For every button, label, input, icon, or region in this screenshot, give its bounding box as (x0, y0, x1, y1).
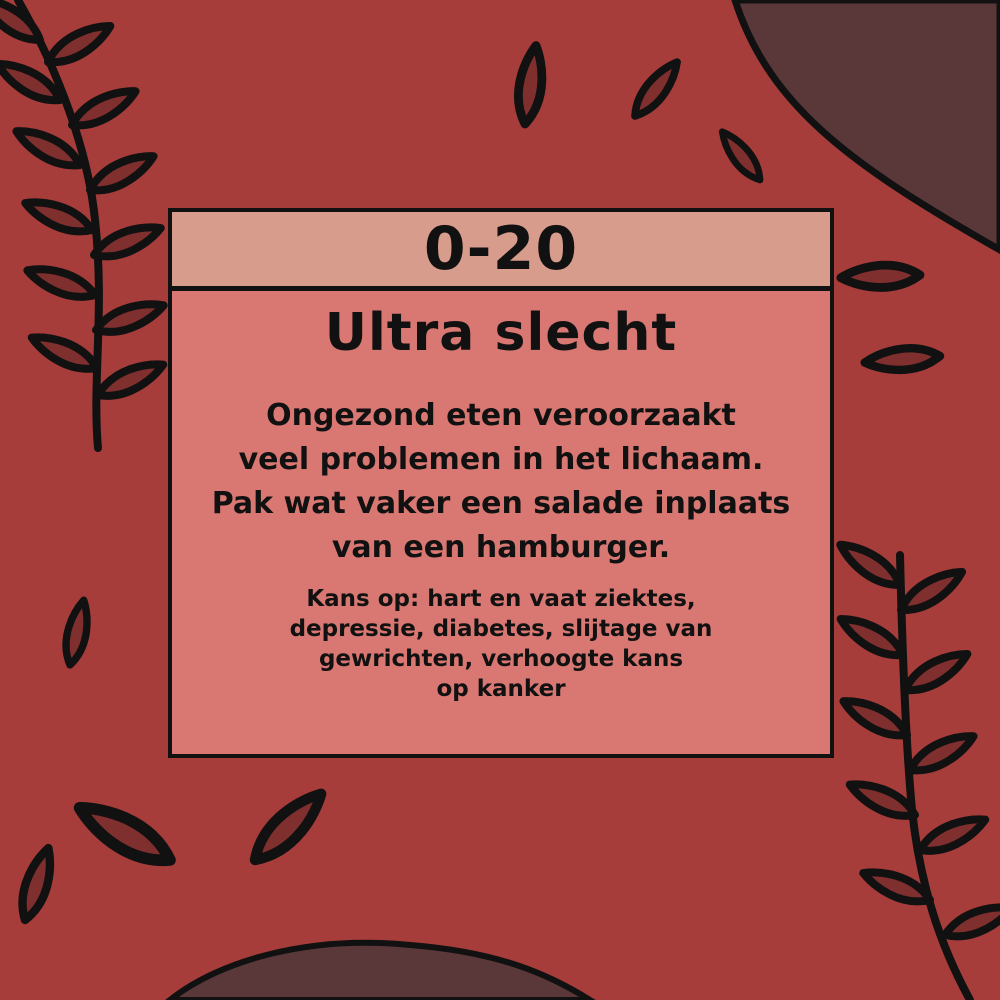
result-message-line: veel problemen in het lichaam. (238, 441, 764, 477)
leaf-branch-left-icon (0, 0, 168, 452)
falling-leaf-icon (15, 845, 59, 923)
risk-line: Kans op: hart en vaat ziektes, (306, 585, 696, 612)
falling-leaf-icon (61, 598, 93, 667)
falling-leaf-icon (514, 44, 547, 126)
falling-leaf-icon (716, 126, 767, 185)
background-blob-icon (165, 939, 596, 1000)
falling-leaf-icon (72, 795, 177, 873)
falling-leaf-icon (840, 264, 920, 289)
risk-line: op kanker (436, 675, 566, 702)
falling-leaf-icon (864, 345, 941, 373)
result-title: Ultra slecht (324, 303, 678, 363)
result-card: 0-20 Ultra slecht Ongezond eten veroorza… (168, 208, 834, 758)
result-message-line: Ongezond eten veroorzaakt (266, 397, 736, 433)
falling-leaf-icon (246, 785, 331, 870)
score-range: 0-20 (423, 214, 579, 284)
leaf-branch-right-icon (835, 536, 1000, 1000)
result-message-line: Pak wat vaker een salade inplaats (211, 485, 791, 521)
result-message-line: van een hamburger. (331, 529, 671, 565)
result-message: Ongezond eten veroorzaakt veel problemen… (181, 394, 821, 570)
risk-line: depressie, diabetes, slijtage van (289, 615, 713, 642)
risk-line: gewrichten, verhoogte kans (318, 645, 684, 672)
risk-list: Kans op: hart en vaat ziektes, depressie… (201, 584, 801, 704)
result-card-header: 0-20 (172, 212, 830, 291)
falling-leaf-icon (627, 56, 684, 122)
